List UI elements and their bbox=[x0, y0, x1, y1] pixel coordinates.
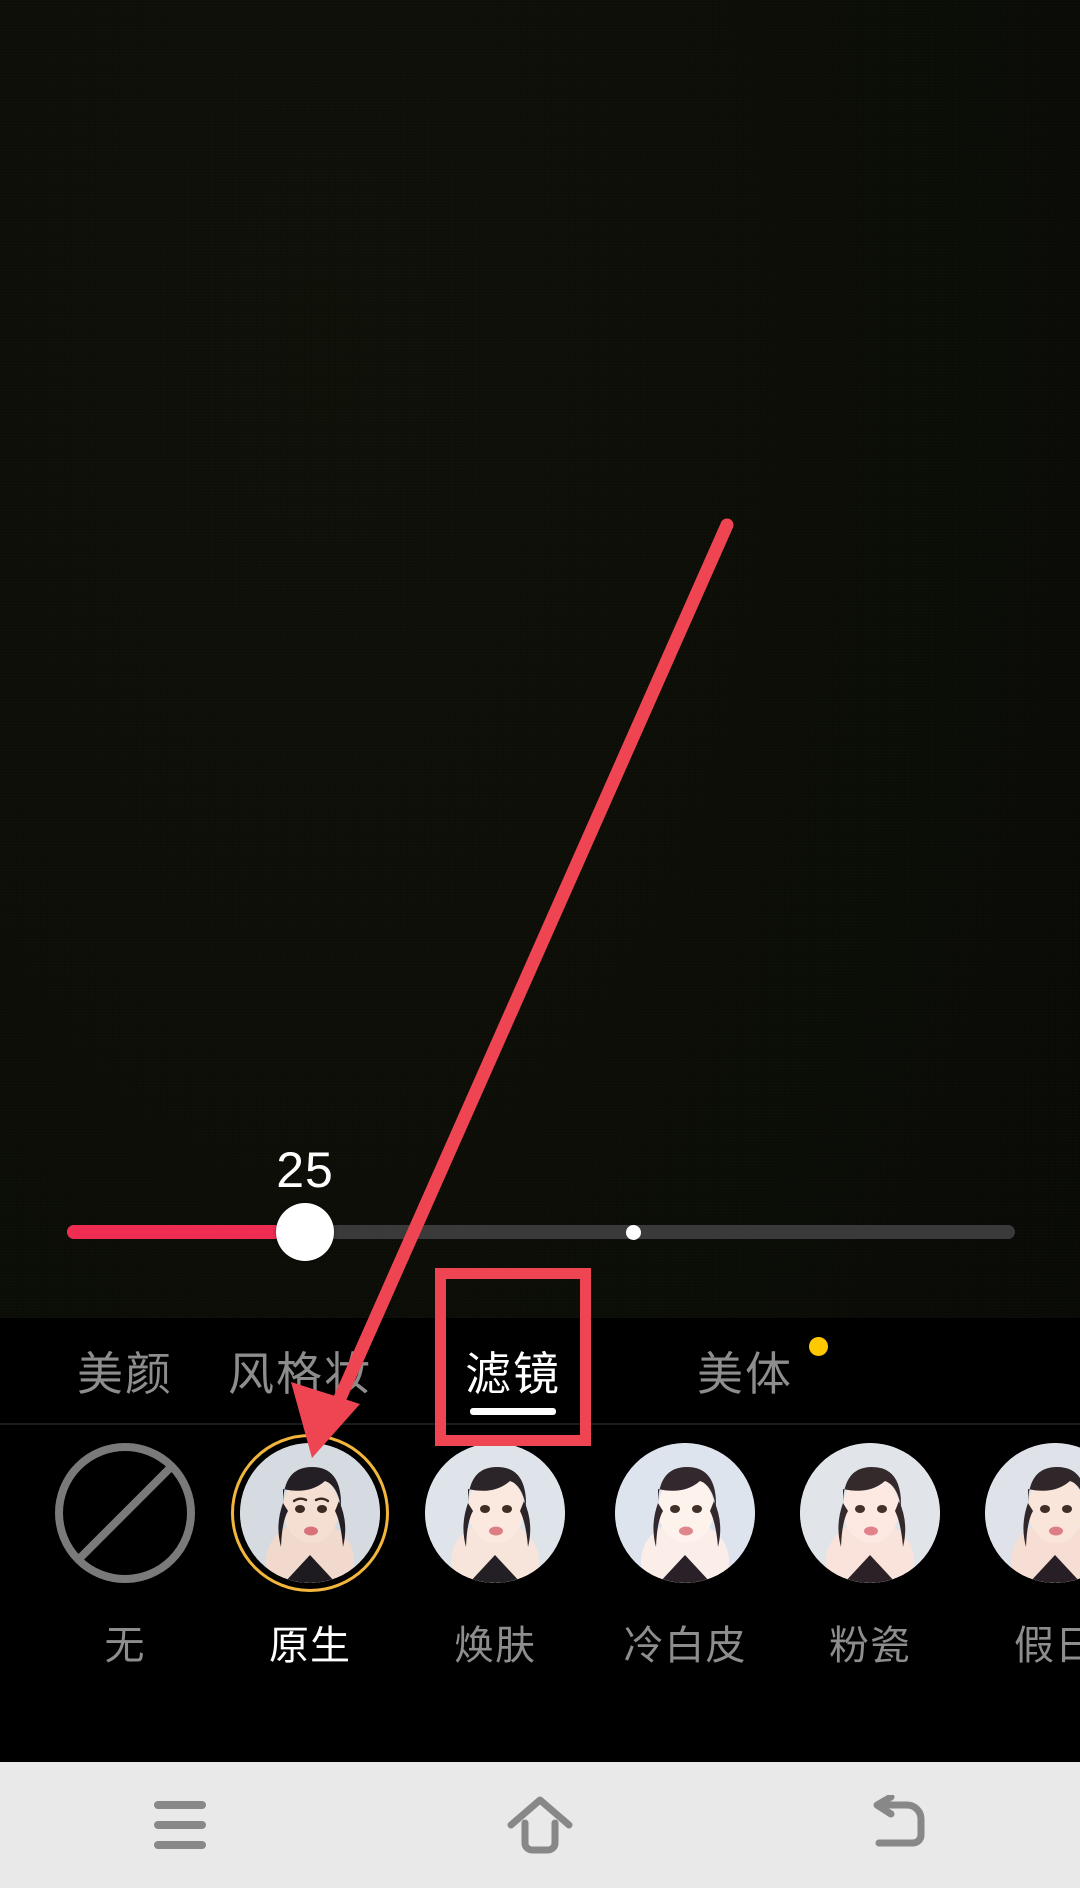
filter-item-none[interactable]: 无 bbox=[45, 1443, 205, 1671]
home-icon bbox=[507, 1796, 573, 1854]
portrait-thumbnail-icon bbox=[425, 1443, 565, 1583]
nav-back-button[interactable] bbox=[720, 1762, 1080, 1888]
portrait-thumbnail-icon bbox=[985, 1443, 1080, 1583]
tab-filter[interactable]: 滤镜 bbox=[435, 1318, 591, 1423]
slider-fill bbox=[67, 1225, 305, 1239]
filter-label-none: 无 bbox=[104, 1624, 146, 1668]
filter-item-cool-white[interactable]: 冷白皮 bbox=[605, 1443, 765, 1671]
filter-thumb-wrap-pink-porcelain bbox=[800, 1443, 940, 1583]
filter-label-original: 原生 bbox=[269, 1624, 351, 1668]
filter-label-holiday: 假日 bbox=[1014, 1624, 1080, 1668]
filter-thumb-wrap-original bbox=[231, 1434, 389, 1592]
nav-home-button[interactable] bbox=[360, 1762, 720, 1888]
slider-midpoint-dot bbox=[626, 1225, 641, 1240]
menu-icon bbox=[154, 1801, 206, 1849]
filter-strip[interactable]: 无 原生 焕肤 冷白皮 粉瓷 假日 bbox=[0, 1425, 1080, 1750]
filter-label-pink-porcelain: 粉瓷 bbox=[829, 1624, 911, 1668]
tab-body-new-badge-dot-icon bbox=[809, 1337, 828, 1356]
ban-icon bbox=[55, 1443, 195, 1583]
filter-thumb-wrap-cool-white bbox=[615, 1443, 755, 1583]
tab-body-label: 美体 bbox=[697, 1347, 793, 1400]
portrait-thumbnail-icon bbox=[615, 1443, 755, 1583]
filter-item-original[interactable]: 原生 bbox=[230, 1434, 390, 1671]
tab-body[interactable]: 美体 bbox=[620, 1318, 870, 1423]
android-navigation-bar bbox=[0, 1762, 1080, 1888]
slider-thumb[interactable] bbox=[276, 1203, 334, 1261]
back-icon bbox=[873, 1795, 925, 1847]
filter-item-renew-skin[interactable]: 焕肤 bbox=[415, 1443, 575, 1671]
filter-thumb-wrap-renew-skin bbox=[425, 1443, 565, 1583]
filter-thumb-wrap-none bbox=[55, 1443, 195, 1583]
filter-item-pink-porcelain[interactable]: 粉瓷 bbox=[790, 1443, 950, 1671]
filter-label-cool-white: 冷白皮 bbox=[623, 1624, 747, 1668]
filter-thumb-wrap-holiday bbox=[985, 1443, 1080, 1583]
mode-tab-bar: 美颜 风格妆 滤镜 美体 bbox=[0, 1318, 1080, 1423]
tab-style-makeup[interactable]: 风格妆 bbox=[155, 1318, 445, 1423]
tab-style-makeup-label: 风格妆 bbox=[228, 1347, 372, 1400]
portrait-thumbnail-icon bbox=[800, 1443, 940, 1583]
slider-value-text: 25 bbox=[276, 1142, 334, 1198]
filter-item-holiday[interactable]: 假日 bbox=[975, 1443, 1080, 1671]
portrait-thumbnail-icon bbox=[240, 1443, 380, 1583]
tab-filter-label: 滤镜 bbox=[465, 1347, 561, 1400]
nav-menu-button[interactable] bbox=[0, 1762, 360, 1888]
filter-label-renew-skin: 焕肤 bbox=[454, 1624, 536, 1668]
tab-active-underline bbox=[470, 1408, 556, 1415]
